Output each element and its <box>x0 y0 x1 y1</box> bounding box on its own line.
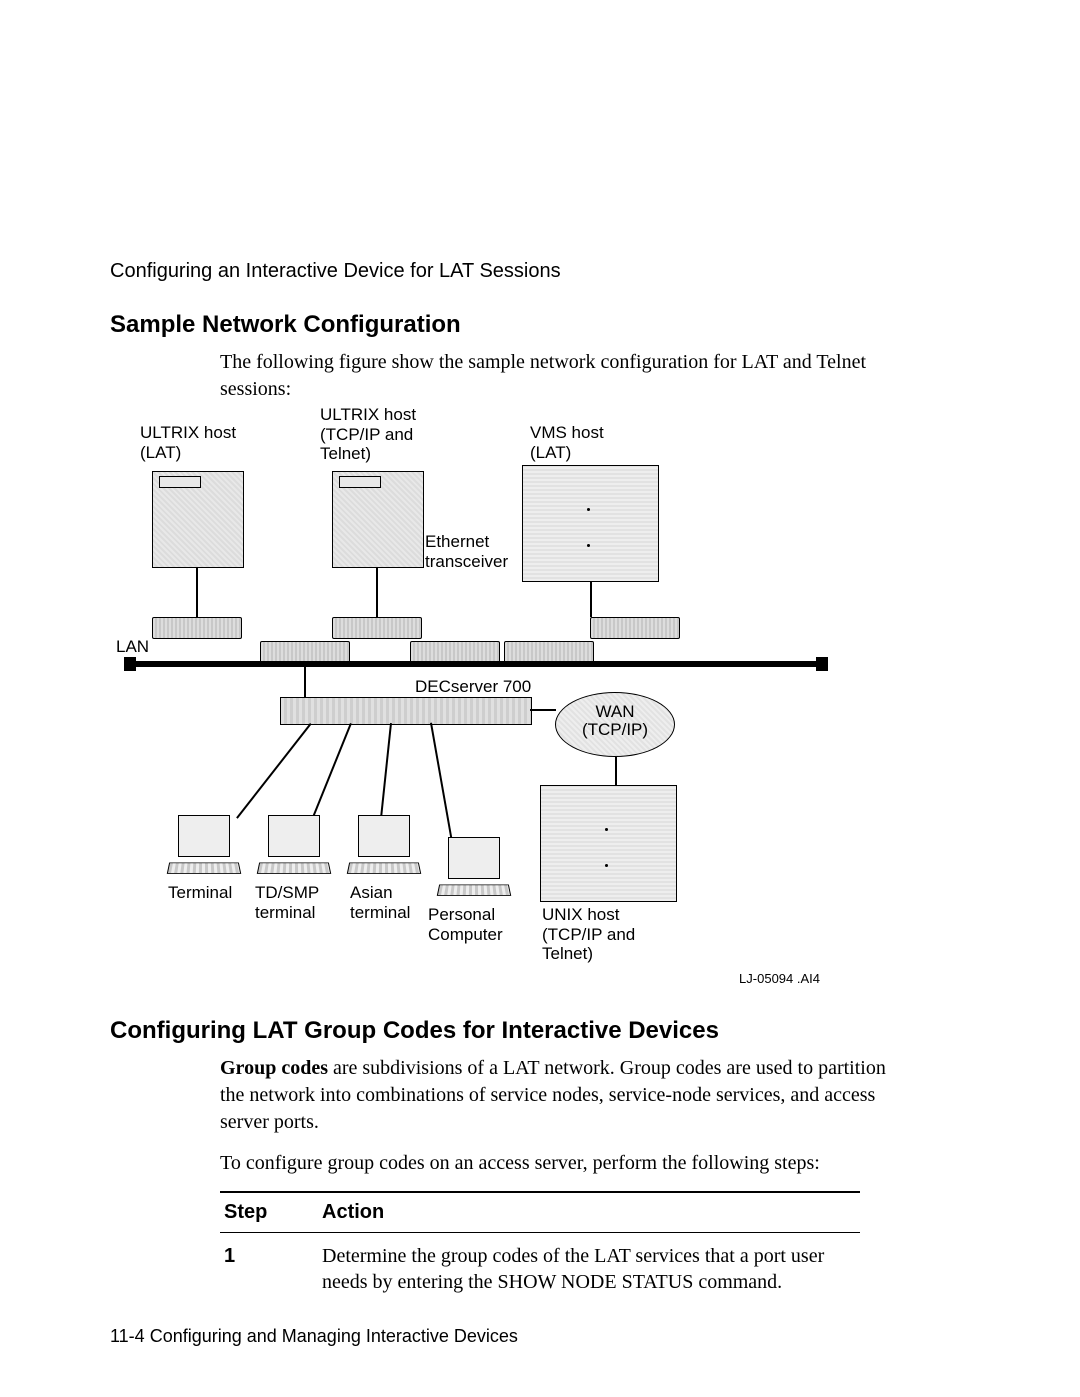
transceiver-3 <box>332 617 422 639</box>
host-unix <box>540 785 677 902</box>
transceiver-5 <box>504 641 594 663</box>
device-asian <box>350 815 416 875</box>
table-row: 1 Determine the group codes of the LAT s… <box>220 1233 860 1304</box>
network-diagram: ULTRIX host(LAT) ULTRIX host(TCP/IP andT… <box>110 417 830 987</box>
label-asian: Asianterminal <box>350 883 410 922</box>
steps-table: Step Action 1 Determine the group codes … <box>220 1191 860 1303</box>
label-pc: PersonalComputer <box>428 905 503 944</box>
page-footer: 11-4 Configuring and Managing Interactiv… <box>110 1326 518 1347</box>
section-heading-sample-network: Sample Network Configuration <box>110 311 970 339</box>
label-vms-lat: VMS host(LAT) <box>530 423 604 462</box>
wan-cloud: WAN(TCP/IP) <box>555 692 675 757</box>
cell-action-1: Determine the group codes of the LAT ser… <box>318 1233 860 1304</box>
label-unix-host: UNIX host(TCP/IP andTelnet) <box>542 905 635 964</box>
host-ultrix-lat <box>152 471 244 568</box>
section2-para1: Group codes are subdivisions of a LAT ne… <box>220 1055 900 1136</box>
lan-backbone <box>130 661 820 667</box>
label-terminal: Terminal <box>168 883 232 903</box>
host-vms-lat <box>522 465 659 582</box>
label-wan: WAN(TCP/IP) <box>582 702 648 739</box>
page-header-breadcrumb: Configuring an Interactive Device for LA… <box>110 260 970 283</box>
section2-para2: To configure group codes on an access se… <box>220 1150 900 1177</box>
section1-intro: The following figure show the sample net… <box>220 349 900 403</box>
decserver-700 <box>280 697 532 725</box>
cell-step-1: 1 <box>220 1233 318 1304</box>
label-tdsmp: TD/SMPterminal <box>255 883 319 922</box>
transceiver-1 <box>152 617 242 639</box>
bold-group-codes: Group codes <box>220 1057 328 1079</box>
label-decserver: DECserver 700 <box>415 677 531 697</box>
label-ultrix-lat: ULTRIX host(LAT) <box>140 423 236 462</box>
col-header-step: Step <box>220 1192 318 1233</box>
device-terminal <box>170 815 236 875</box>
transceiver-2 <box>260 641 350 663</box>
section-heading-group-codes: Configuring LAT Group Codes for Interact… <box>110 1017 970 1045</box>
label-ultrix-tcp: ULTRIX host(TCP/IP andTelnet) <box>320 405 416 464</box>
transceiver-4 <box>410 641 500 663</box>
transceiver-6 <box>590 617 680 639</box>
label-ethernet-transceiver: Ethernettransceiver <box>425 532 508 571</box>
host-ultrix-tcp <box>332 471 424 568</box>
device-tdsmp <box>260 815 326 875</box>
figure-reference-id: LJ-05094 .AI4 <box>739 972 820 987</box>
col-header-action: Action <box>318 1192 860 1233</box>
label-lan: LAN <box>116 637 149 657</box>
device-pc <box>440 837 506 897</box>
